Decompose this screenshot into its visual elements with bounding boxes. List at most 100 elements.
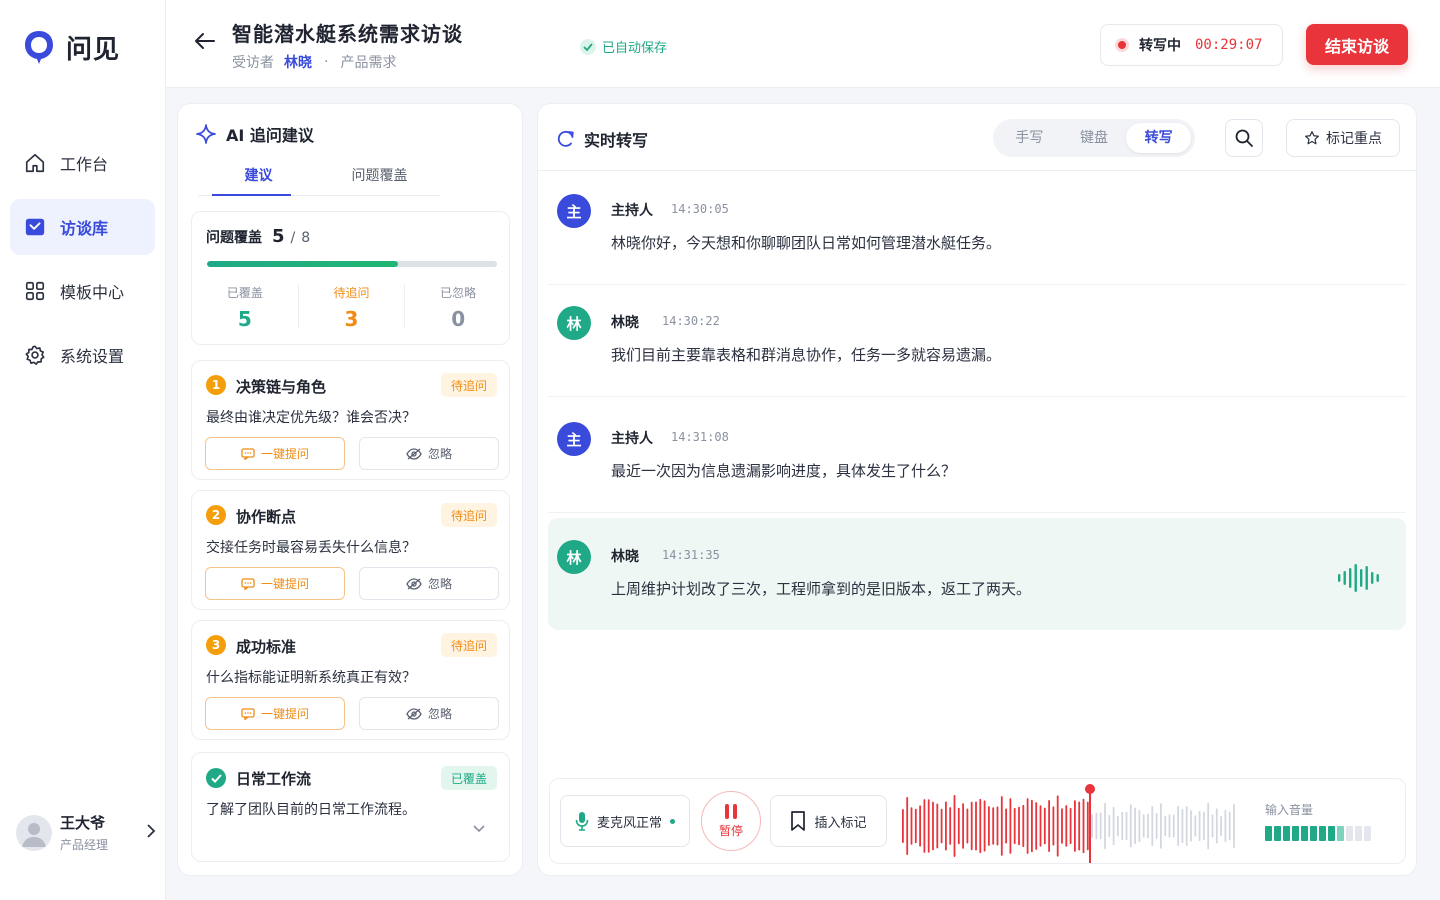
sidebar-item-settings[interactable]: 系统设置 — [10, 327, 155, 383]
waveform-bar — [1211, 814, 1214, 838]
waveform-bar — [1108, 814, 1111, 838]
speaker-avatar: 林 — [557, 306, 591, 340]
eye-off-icon — [406, 447, 422, 460]
waveform-bar — [902, 808, 904, 844]
home-icon — [24, 152, 46, 174]
waveform-bar — [970, 801, 973, 851]
waveform-bar — [988, 806, 990, 846]
mark-highlight-button[interactable]: 标记重点 — [1286, 119, 1400, 157]
ask-question-button[interactable]: 一键提问 — [205, 697, 345, 730]
waveform-bar — [1018, 806, 1020, 846]
insert-marker-button[interactable]: 插入标记 — [770, 795, 887, 847]
chevron-right-icon — [146, 823, 156, 842]
sidebar-item-template-center[interactable]: 模板中心 — [10, 263, 155, 319]
coverage-total: 8 — [301, 230, 311, 246]
check-circle-icon — [580, 38, 596, 55]
status-badge: 待追问 — [440, 503, 497, 527]
waveform-bar — [1215, 808, 1218, 844]
waveform-bar — [945, 801, 947, 851]
interview-meta: 受访者 林晓 · 产品需求 — [232, 52, 396, 72]
stat-ignored: 已忽略 0 — [405, 284, 511, 331]
speaking-wave-icon — [1338, 564, 1379, 592]
waveform-bar — [1125, 811, 1128, 841]
search-button[interactable] — [1225, 119, 1263, 157]
logo-icon — [25, 31, 53, 64]
mode-keyboard[interactable]: 键盘 — [1062, 123, 1127, 153]
transcript-message[interactable]: 主 主持人 14:30:05 林晓你好，今天想和你聊聊团队日常如何管理潜水艇任务… — [548, 172, 1406, 285]
question-number: 2 — [206, 505, 226, 525]
sidebar-item-workbench[interactable]: 工作台 — [10, 135, 155, 191]
app-logo[interactable]: 问见 — [22, 28, 120, 66]
pause-button[interactable]: 暂停 — [701, 791, 761, 851]
transcript-message-active[interactable]: 林 林晓 14:31:35 上周维护计划改了三次，工程师拿到的是旧版本，返工了两… — [548, 518, 1406, 630]
waveform-bar — [1155, 812, 1158, 840]
microphone-status-button[interactable]: 麦克风正常 — [560, 795, 690, 847]
waveform-bar — [1086, 801, 1089, 851]
waveform-bar — [1117, 815, 1119, 837]
waveform-bar — [1138, 810, 1141, 842]
mode-transcribe[interactable]: 转写 — [1126, 123, 1192, 153]
sidebar: 问见 工作台 访谈库 模板中心 系统设置 王大爷 产品经理 — [0, 0, 166, 900]
stat-label: 已覆盖 — [226, 286, 263, 300]
waveform-bar — [1099, 812, 1102, 840]
volume-bar — [1301, 826, 1308, 841]
app-name: 问见 — [66, 34, 121, 65]
user-info: 王大爷 产品经理 — [60, 812, 146, 853]
tab-question-coverage[interactable]: 问题覆盖 — [319, 156, 440, 195]
wave-bar — [1343, 571, 1346, 585]
status-badge: 待追问 — [440, 633, 497, 657]
coverage-summary: 问题覆盖 5 / 8 已覆盖 5 待追问 3 已忽略 0 — [191, 211, 510, 345]
playhead-handle[interactable] — [1085, 784, 1095, 794]
wave-bar — [1376, 574, 1379, 582]
waveform-bar — [1172, 814, 1175, 838]
question-number: 1 — [206, 375, 226, 395]
ignore-button[interactable]: 忽略 — [359, 567, 499, 600]
wave-bar — [1365, 566, 1368, 590]
end-interview-button[interactable]: 结束访谈 — [1306, 24, 1408, 65]
recording-label: 转写中 — [1139, 38, 1181, 54]
volume-bar — [1283, 826, 1290, 841]
question-title: 成功标准 — [236, 638, 297, 656]
wave-bar — [1338, 574, 1341, 582]
ask-question-button[interactable]: 一键提问 — [205, 437, 345, 470]
ignore-button[interactable]: 忽略 — [359, 437, 499, 470]
user-name: 王大爷 — [60, 814, 106, 832]
coverage-progress-fill — [207, 261, 399, 267]
mode-handwrite[interactable]: 手写 — [997, 123, 1062, 153]
question-title: 协作断点 — [236, 508, 297, 526]
speaker-name: 主持人 — [611, 431, 653, 447]
interviewee-name[interactable]: 林晓 — [284, 52, 312, 72]
volume-bar — [1346, 826, 1353, 841]
user-profile[interactable]: 王大爷 产品经理 — [16, 812, 156, 853]
ignore-button[interactable]: 忽略 — [359, 697, 499, 730]
ask-question-button[interactable]: 一键提问 — [205, 567, 345, 600]
wave-bar — [1349, 568, 1352, 588]
transcript-message[interactable]: 林 林晓 14:30:22 我们目前主要靠表格和群消息协作，任务一多就容易遗漏。 — [548, 284, 1406, 397]
waveform-bar — [923, 799, 926, 853]
stat-covered: 已覆盖 5 — [192, 284, 299, 331]
chevron-down-icon[interactable] — [473, 821, 485, 837]
speaker-name: 主持人 — [611, 203, 653, 219]
covered-question-card[interactable]: 日常工作流 已覆盖 了解了团队目前的日常工作流程。 — [191, 752, 510, 862]
back-button[interactable] — [192, 30, 218, 52]
waveform-bar — [1181, 808, 1184, 844]
transcript-message[interactable]: 主 主持人 14:31:08 最近一次因为信息遗漏影响进度，具体发生了什么？ — [548, 400, 1406, 513]
interview-library-icon — [24, 216, 46, 238]
waveform-bar — [1164, 815, 1167, 837]
button-label: 忽略 — [427, 577, 452, 591]
grid-icon — [24, 280, 46, 302]
coverage-title: 问题覆盖 5 / 8 — [206, 226, 310, 247]
refresh-icon — [556, 129, 576, 149]
waveform-bar — [1095, 812, 1098, 840]
transcript-panel: 实时转写 手写 键盘 转写 标记重点 主 主持人 14:30:05 林晓你好，今… — [537, 103, 1417, 876]
waveform-bar — [1177, 805, 1179, 847]
playhead[interactable] — [1089, 789, 1091, 863]
ai-followup-panel: AI 追问建议 建议 问题覆盖 问题覆盖 5 / 8 已覆盖 5 待追问 3 已… — [177, 103, 523, 876]
sidebar-item-interview-library[interactable]: 访谈库 — [10, 199, 155, 255]
waveform-bar — [1039, 805, 1042, 847]
status-badge: 待追问 — [440, 373, 497, 397]
waveform-bar — [936, 803, 939, 849]
coverage-separator: / — [290, 230, 296, 246]
tab-suggestions[interactable]: 建议 — [198, 156, 319, 196]
page-title: 智能潜水艇系统需求访谈 — [232, 22, 463, 46]
